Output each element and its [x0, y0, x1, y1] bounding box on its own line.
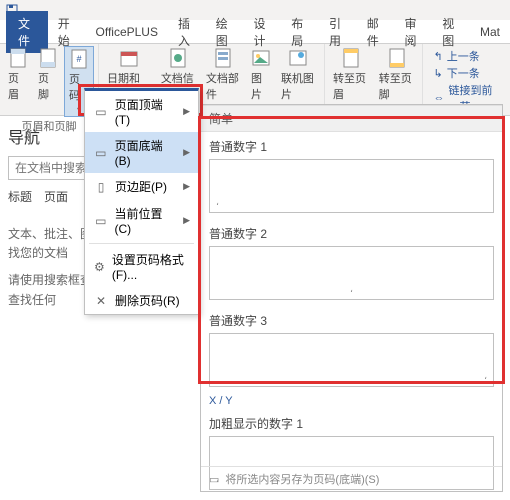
goto-footer-button[interactable]: 转至页脚	[375, 46, 419, 104]
page-bottom-icon: ▭	[93, 145, 109, 161]
chevron-right-icon: ▶	[183, 147, 190, 158]
chevron-right-icon: ▶	[183, 181, 190, 192]
picture-button[interactable]: 图片	[247, 46, 275, 104]
chevron-down-icon: ▾	[77, 105, 81, 114]
chevron-right-icon: ▶	[183, 215, 190, 226]
dd-format[interactable]: ⚙ 设置页码格式(F)...	[85, 246, 198, 287]
calendar-icon	[119, 48, 139, 68]
gallery-section-xy: X / Y	[201, 393, 502, 409]
onlinepic-button[interactable]: 联机图片	[277, 46, 320, 104]
gallery-item-plain1[interactable]: 普通数字 1 ،	[201, 132, 502, 219]
separator	[89, 243, 194, 244]
nav-next-link[interactable]: ↳下一条	[433, 65, 500, 81]
gallery-item-plain2[interactable]: 普通数字 2 ،	[201, 219, 502, 306]
dd-margins[interactable]: ▯ 页边距(P) ▶	[85, 173, 198, 200]
gallery-section-simple: 简单	[201, 105, 502, 132]
dd-current[interactable]: ▭ 当前位置(C) ▶	[85, 200, 198, 241]
nav-prev-link[interactable]: ↰上一条	[433, 48, 500, 64]
gallery-item-plain3[interactable]: 普通数字 3 ،	[201, 306, 502, 393]
goto-footer-icon	[387, 48, 407, 68]
docinfo-icon	[168, 48, 188, 68]
onlinepic-icon	[288, 48, 308, 68]
gallery-save-selection[interactable]: ▭ 将所选内容另存为页码(底端)(S)	[201, 466, 502, 491]
ribbon-tabs: 文件 开始 OfficePLUS 插入 绘图 设计 布局 引用 邮件 审阅 视图…	[0, 20, 510, 44]
margins-icon: ▯	[93, 179, 109, 195]
preview-plain3: ،	[209, 333, 494, 387]
nav-tab-pages[interactable]: 页面	[44, 188, 68, 205]
footer-icon	[38, 48, 58, 68]
dd-page-bottom[interactable]: ▭ 页面底端(B) ▶	[85, 132, 198, 173]
header-button[interactable]: 页眉	[4, 46, 32, 104]
dd-page-top[interactable]: ▭ 页面顶端(T) ▶	[85, 91, 198, 132]
prev-icon: ↰	[433, 50, 442, 63]
svg-text:#: #	[76, 54, 81, 64]
current-pos-icon: ▭	[93, 213, 108, 229]
link-icon: ⇔	[433, 92, 444, 104]
pagenum-icon: #	[69, 49, 89, 69]
footer-button[interactable]: 页脚	[34, 46, 62, 104]
header-icon	[8, 48, 28, 68]
pagenum-gallery: 简单 普通数字 1 ، 普通数字 2 ، 普通数字 3 ، X / Y 加粗显示…	[200, 104, 503, 492]
docparts-button[interactable]: 文档部件	[202, 46, 245, 104]
format-icon: ⚙	[93, 259, 106, 275]
preview-plain2: ،	[209, 246, 494, 300]
picture-icon	[251, 48, 271, 68]
docparts-icon	[213, 48, 233, 68]
chevron-right-icon: ▶	[183, 106, 190, 117]
dd-remove[interactable]: ✕ 删除页码(R)	[85, 287, 198, 314]
tab-math[interactable]: Mat	[470, 25, 510, 39]
tab-officeplus[interactable]: OfficePLUS	[86, 25, 168, 39]
nav-tab-headings[interactable]: 标题	[8, 188, 32, 205]
save-icon: ▭	[209, 473, 219, 486]
pagenum-dropdown: ▭ 页面顶端(T) ▶ ▭ 页面底端(B) ▶ ▯ 页边距(P) ▶ ▭ 当前位…	[84, 88, 199, 315]
remove-icon: ✕	[93, 293, 109, 309]
next-icon: ↳	[433, 67, 442, 80]
goto-header-button[interactable]: 转至页眉	[329, 46, 373, 104]
goto-header-icon	[341, 48, 361, 68]
page-top-icon: ▭	[93, 104, 109, 120]
preview-plain1: ،	[209, 159, 494, 213]
